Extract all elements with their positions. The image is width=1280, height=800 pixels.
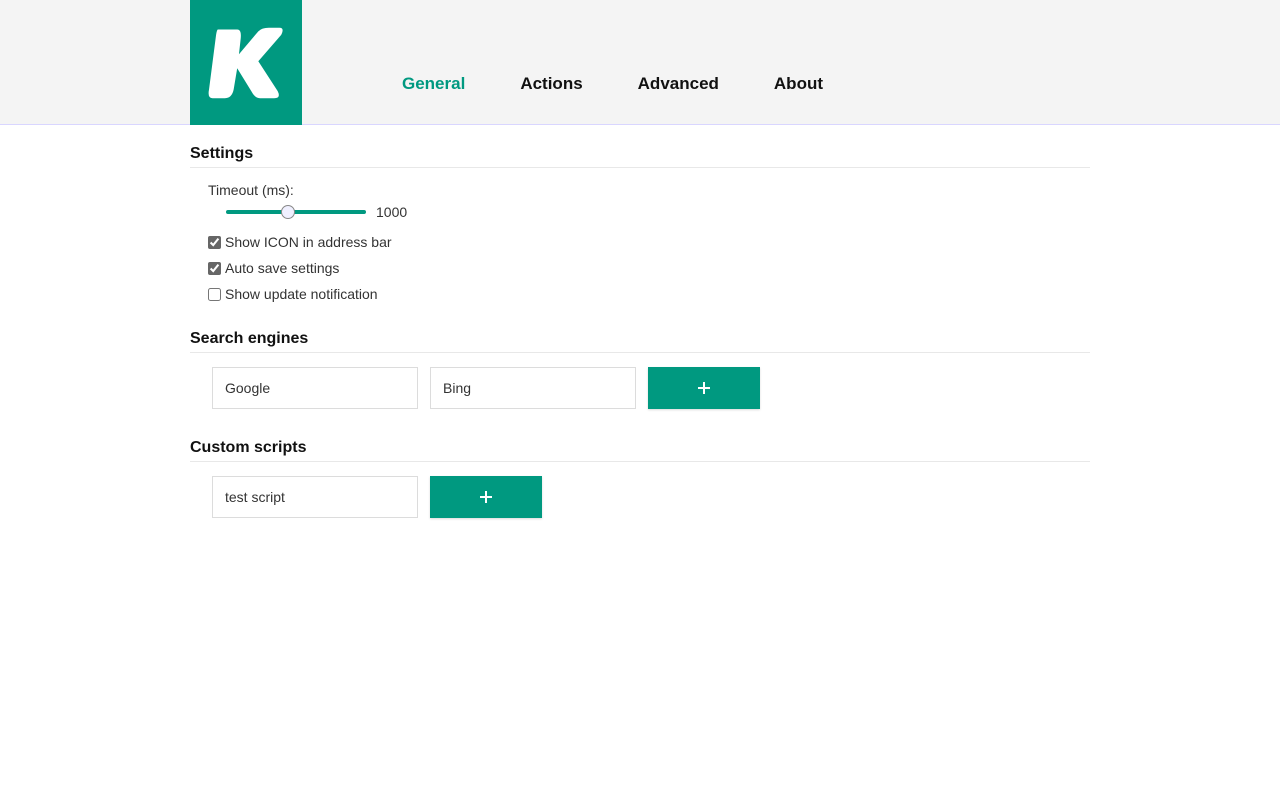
timeout-slider[interactable] <box>226 210 366 214</box>
search-engines-row: Google Bing <box>190 367 1090 409</box>
top-nav: General Actions Advanced About <box>402 0 823 124</box>
checkbox-show-icon[interactable]: Show ICON in address bar <box>208 234 1090 250</box>
plus-icon <box>696 380 712 396</box>
checkbox-label: Show ICON in address bar <box>225 234 392 250</box>
search-engine-card[interactable]: Bing <box>430 367 636 409</box>
checkbox-input[interactable] <box>208 288 221 301</box>
section-title-custom-scripts: Custom scripts <box>190 439 1090 457</box>
add-custom-script-button[interactable] <box>430 476 542 518</box>
header-bar: General Actions Advanced About <box>0 0 1280 125</box>
search-engine-label: Bing <box>443 380 471 396</box>
k-logo-icon <box>202 19 290 107</box>
checkbox-auto-save[interactable]: Auto save settings <box>208 260 1090 276</box>
checkbox-input[interactable] <box>208 236 221 249</box>
app-logo <box>190 0 302 125</box>
search-engine-label: Google <box>225 380 270 396</box>
custom-script-card[interactable]: test script <box>212 476 418 518</box>
section-title-settings: Settings <box>190 145 1090 163</box>
content-area: Settings Timeout (ms): 1000 Show ICON in… <box>0 125 1280 518</box>
tab-about[interactable]: About <box>774 74 823 94</box>
add-search-engine-button[interactable] <box>648 367 760 409</box>
search-engine-card[interactable]: Google <box>212 367 418 409</box>
checkbox-label: Auto save settings <box>225 260 339 276</box>
checkbox-label: Show update notification <box>225 286 378 302</box>
timeout-label: Timeout (ms): <box>208 182 1090 198</box>
slider-thumb-icon[interactable] <box>281 205 295 219</box>
settings-body: Timeout (ms): 1000 Show ICON in address … <box>190 182 1090 302</box>
timeout-slider-row: 1000 <box>208 204 1090 220</box>
plus-icon <box>478 489 494 505</box>
custom-script-label: test script <box>225 489 285 505</box>
checkbox-update-notification[interactable]: Show update notification <box>208 286 1090 302</box>
divider <box>190 352 1090 353</box>
tab-advanced[interactable]: Advanced <box>638 74 719 94</box>
divider <box>190 167 1090 168</box>
checkbox-input[interactable] <box>208 262 221 275</box>
custom-scripts-row: test script <box>190 476 1090 518</box>
section-title-search-engines: Search engines <box>190 330 1090 348</box>
timeout-value: 1000 <box>376 204 407 220</box>
tab-actions[interactable]: Actions <box>520 74 582 94</box>
divider <box>190 461 1090 462</box>
tab-general[interactable]: General <box>402 74 465 94</box>
